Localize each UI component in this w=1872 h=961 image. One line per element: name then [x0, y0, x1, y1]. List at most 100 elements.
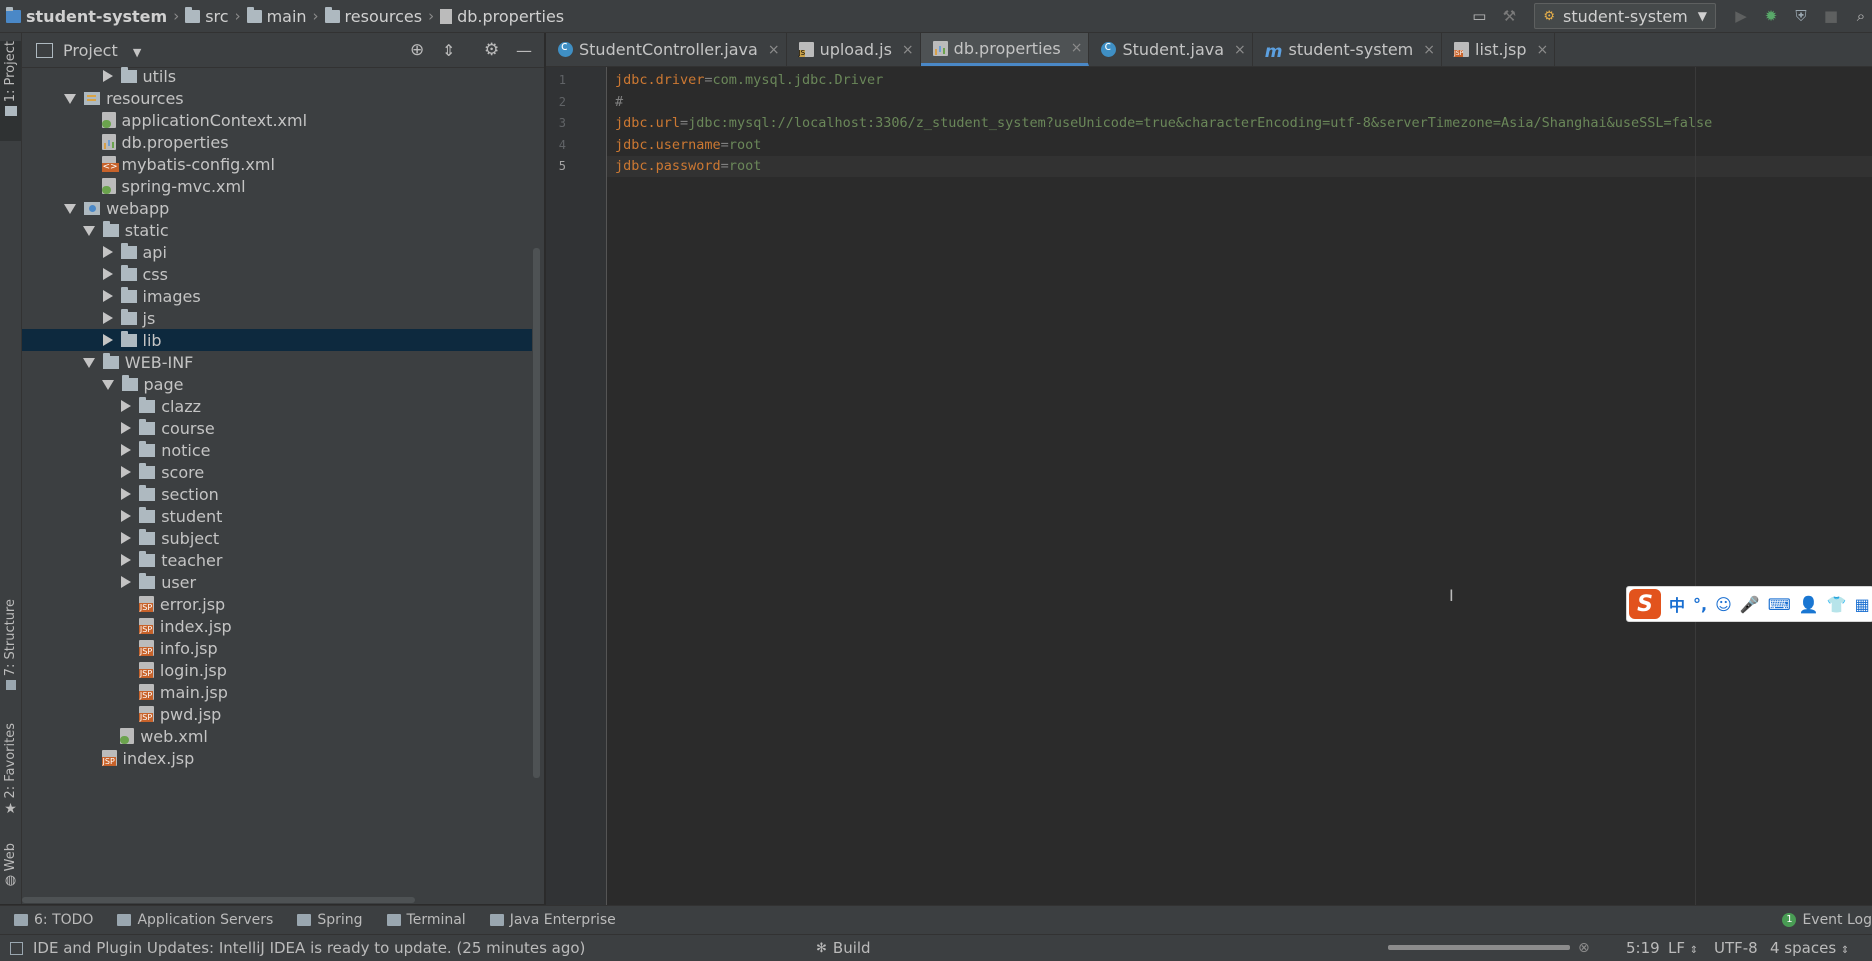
- grid-icon[interactable]: ▦: [1855, 595, 1870, 614]
- tree-item[interactable]: teacher: [22, 549, 532, 571]
- tree-item[interactable]: login.jsp: [22, 659, 532, 681]
- chevron-right-icon[interactable]: [102, 334, 113, 346]
- tab-project[interactable]: 1: Project: [0, 41, 21, 141]
- close-icon[interactable]: ×: [1234, 42, 1246, 58]
- close-icon[interactable]: ×: [768, 42, 780, 58]
- chevron-right-icon[interactable]: [121, 466, 132, 478]
- tree-item[interactable]: web.xml: [22, 725, 532, 747]
- tab-favorites[interactable]: 2: Favorites ★: [0, 723, 21, 823]
- chevron-right-icon[interactable]: [102, 246, 113, 258]
- skin-icon[interactable]: 👕: [1827, 595, 1847, 614]
- code-line[interactable]: jdbc.driver=com.mysql.jdbc.Driver: [615, 70, 883, 91]
- tree-item[interactable]: pwd.jsp: [22, 703, 532, 725]
- tree-item[interactable]: notice: [22, 439, 532, 461]
- tree-item[interactable]: db.properties: [22, 131, 532, 153]
- tree-item[interactable]: mybatis-config.xml: [22, 153, 532, 175]
- tree-item[interactable]: spring-mvc.xml: [22, 175, 532, 197]
- tree-horizontal-scrollbar[interactable]: [22, 897, 415, 903]
- editor-tab[interactable]: StudentController.java ×: [546, 33, 787, 66]
- tree-vertical-scrollbar[interactable]: [533, 248, 540, 778]
- editor-tab[interactable]: m student-system ×: [1253, 33, 1442, 66]
- chevron-right-icon[interactable]: [102, 290, 113, 302]
- tree-item[interactable]: static: [22, 219, 532, 241]
- build-hammer-icon[interactable]: ⚒: [1498, 5, 1520, 27]
- project-structure-icon[interactable]: ▭: [1468, 5, 1490, 27]
- editor-tab[interactable]: list.jsp ×: [1442, 33, 1556, 66]
- chevron-right-icon[interactable]: [121, 444, 132, 456]
- debug-icon[interactable]: ✹: [1760, 5, 1782, 27]
- chevron-right-icon[interactable]: [102, 268, 113, 280]
- build-status[interactable]: ✻ Build: [816, 939, 871, 957]
- indent-select[interactable]: 4 spaces ⇕: [1770, 939, 1849, 957]
- gear-icon[interactable]: ⚙: [484, 40, 499, 60]
- breadcrumb-item[interactable]: resources: [345, 7, 423, 26]
- spring-tool[interactable]: Spring: [297, 912, 363, 928]
- caret-position[interactable]: 5:19: [1626, 939, 1660, 957]
- tree-item[interactable]: images: [22, 285, 532, 307]
- collapse-all-icon[interactable]: ⇕: [442, 41, 455, 60]
- coverage-icon[interactable]: ⛨: [1790, 5, 1812, 27]
- tree-item[interactable]: subject: [22, 527, 532, 549]
- chevron-right-icon[interactable]: [121, 576, 132, 588]
- ime-toolbar[interactable]: S 中 °, ☺ 🎤 ⌨ 👤 👕 ▦: [1626, 586, 1872, 622]
- user-icon[interactable]: 👤: [1799, 595, 1819, 614]
- search-icon[interactable]: ⌕: [1850, 5, 1872, 27]
- tree-item[interactable]: course: [22, 417, 532, 439]
- chevron-right-icon[interactable]: [121, 554, 132, 566]
- tree-item[interactable]: score: [22, 461, 532, 483]
- keyboard-icon[interactable]: ⌨: [1768, 595, 1791, 614]
- chevron-right-icon[interactable]: [121, 422, 132, 434]
- tree-item[interactable]: resources: [22, 87, 532, 109]
- tree-item[interactable]: student: [22, 505, 532, 527]
- editor-tab[interactable]: upload.js ×: [787, 33, 921, 66]
- status-toggle-icon[interactable]: [10, 941, 23, 955]
- tree-item[interactable]: lib: [22, 329, 532, 351]
- code-editor[interactable]: jdbc.driver=com.mysql.jdbc.Driver # jdbc.u…: [607, 67, 1872, 905]
- locate-icon[interactable]: ⊕: [410, 40, 424, 60]
- tree-item[interactable]: index.jsp: [22, 615, 532, 637]
- close-icon[interactable]: ×: [902, 42, 914, 58]
- editor-tab[interactable]: Student.java ×: [1089, 33, 1253, 66]
- microphone-icon[interactable]: 🎤: [1740, 595, 1760, 614]
- close-icon[interactable]: ×: [1423, 42, 1435, 58]
- emoji-icon[interactable]: ☺: [1715, 595, 1732, 614]
- chevron-right-icon[interactable]: [121, 488, 132, 500]
- tree-item[interactable]: index.jsp: [22, 747, 532, 769]
- tree-item[interactable]: page: [22, 373, 532, 395]
- code-line[interactable]: #: [615, 92, 623, 113]
- chevron-down-icon[interactable]: [64, 94, 77, 104]
- chevron-right-icon[interactable]: [102, 312, 113, 324]
- code-line[interactable]: jdbc.url=jdbc:mysql://localhost:3306/z_s…: [615, 113, 1712, 134]
- encoding-select[interactable]: UTF-8: [1714, 939, 1758, 957]
- terminal-tool[interactable]: Terminal: [386, 912, 466, 928]
- line-separator-select[interactable]: LF ⇕: [1668, 939, 1698, 957]
- tree-item[interactable]: utils: [22, 67, 532, 87]
- status-message[interactable]: IDE and Plugin Updates: IntelliJ IDEA is…: [33, 939, 585, 957]
- project-view-select[interactable]: Project ▼: [63, 41, 141, 60]
- tab-web[interactable]: Web ◍: [0, 843, 21, 903]
- tree-item[interactable]: WEB-INF: [22, 351, 532, 373]
- java-enterprise-tool[interactable]: Java Enterprise: [489, 912, 616, 928]
- run-configuration-select[interactable]: ⚙ student-system ▼: [1534, 3, 1716, 29]
- stop-icon[interactable]: ■: [1820, 5, 1842, 27]
- tree-item[interactable]: section: [22, 483, 532, 505]
- tree-item[interactable]: user: [22, 571, 532, 593]
- chevron-down-icon[interactable]: [82, 226, 95, 236]
- code-line[interactable]: jdbc.password=root: [607, 156, 1872, 177]
- event-log-button[interactable]: 1 Event Log: [1782, 912, 1872, 928]
- tree-item[interactable]: main.jsp: [22, 681, 532, 703]
- ime-punctuation[interactable]: °,: [1693, 595, 1707, 614]
- chevron-down-icon[interactable]: [82, 358, 95, 368]
- chevron-down-icon[interactable]: [101, 380, 114, 390]
- todo-tool[interactable]: 6: TODO: [14, 912, 93, 928]
- minimize-icon[interactable]: —: [516, 41, 532, 60]
- chevron-right-icon[interactable]: [102, 70, 113, 82]
- tree-item[interactable]: js: [22, 307, 532, 329]
- tree-item[interactable]: error.jsp: [22, 593, 532, 615]
- breadcrumb-item[interactable]: db.properties: [457, 7, 564, 26]
- tree-item[interactable]: css: [22, 263, 532, 285]
- run-icon[interactable]: ▶: [1730, 5, 1752, 27]
- breadcrumb-item[interactable]: main: [267, 7, 307, 26]
- tree-item[interactable]: clazz: [22, 395, 532, 417]
- close-icon[interactable]: ×: [1071, 40, 1083, 56]
